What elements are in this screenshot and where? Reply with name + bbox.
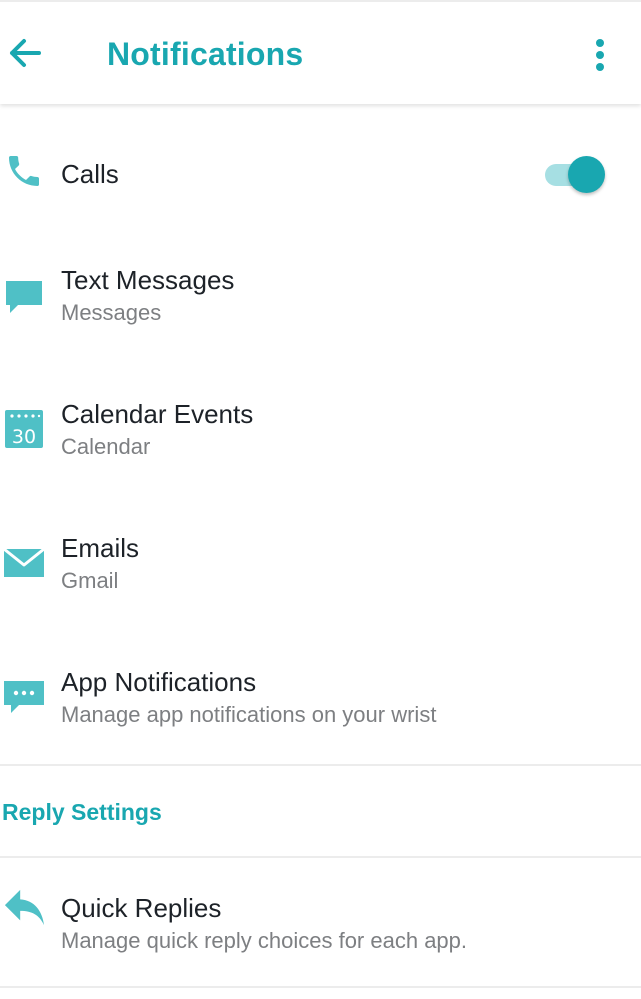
app-notifications-row[interactable]: App Notifications Manage app notificatio… (0, 654, 641, 764)
calendar-events-row[interactable]: 30 Calendar Events Calendar (0, 386, 641, 496)
emails-label: Emails (61, 533, 140, 563)
app-notifications-label: App Notifications (61, 667, 257, 697)
arrow-left-icon (10, 39, 41, 67)
calls-toggle[interactable] (545, 156, 607, 196)
chat-dots-icon (3, 676, 45, 718)
divider (0, 764, 641, 766)
calendar-date-text: 30 (12, 426, 36, 448)
divider (0, 856, 641, 858)
text-messages-label: Text Messages (61, 265, 235, 295)
reply-settings-header: Reply Settings (2, 799, 162, 825)
phone-icon (3, 150, 45, 192)
overflow-menu-button[interactable] (584, 32, 616, 78)
message-icon (3, 276, 45, 318)
more-vertical-icon (596, 39, 604, 71)
text-messages-sublabel: Messages (61, 300, 162, 325)
calendar-icon: 30 (3, 408, 45, 450)
toggle-knob (568, 156, 605, 193)
quick-replies-row[interactable]: Quick Replies Manage quick reply choices… (0, 880, 641, 984)
emails-row[interactable]: Emails Gmail (0, 520, 641, 630)
text-messages-row[interactable]: Text Messages Messages (0, 252, 641, 362)
app-screen: Notifications Calls Text Messages Messag… (0, 0, 641, 999)
quick-replies-label: Quick Replies (61, 893, 222, 923)
calendar-events-sublabel: Calendar (61, 434, 151, 459)
mail-icon (3, 542, 45, 584)
reply-icon (3, 886, 45, 928)
divider (0, 986, 641, 988)
app-notifications-sublabel: Manage app notifications on your wrist (61, 702, 437, 727)
emails-sublabel: Gmail (61, 568, 119, 593)
top-app-bar: Notifications (0, 0, 641, 104)
page-title: Notifications (107, 36, 304, 72)
quick-replies-sublabel: Manage quick reply choices for each app. (61, 928, 468, 953)
back-button[interactable] (4, 32, 46, 74)
calendar-events-label: Calendar Events (61, 399, 254, 429)
calls-label: Calls (61, 159, 119, 189)
